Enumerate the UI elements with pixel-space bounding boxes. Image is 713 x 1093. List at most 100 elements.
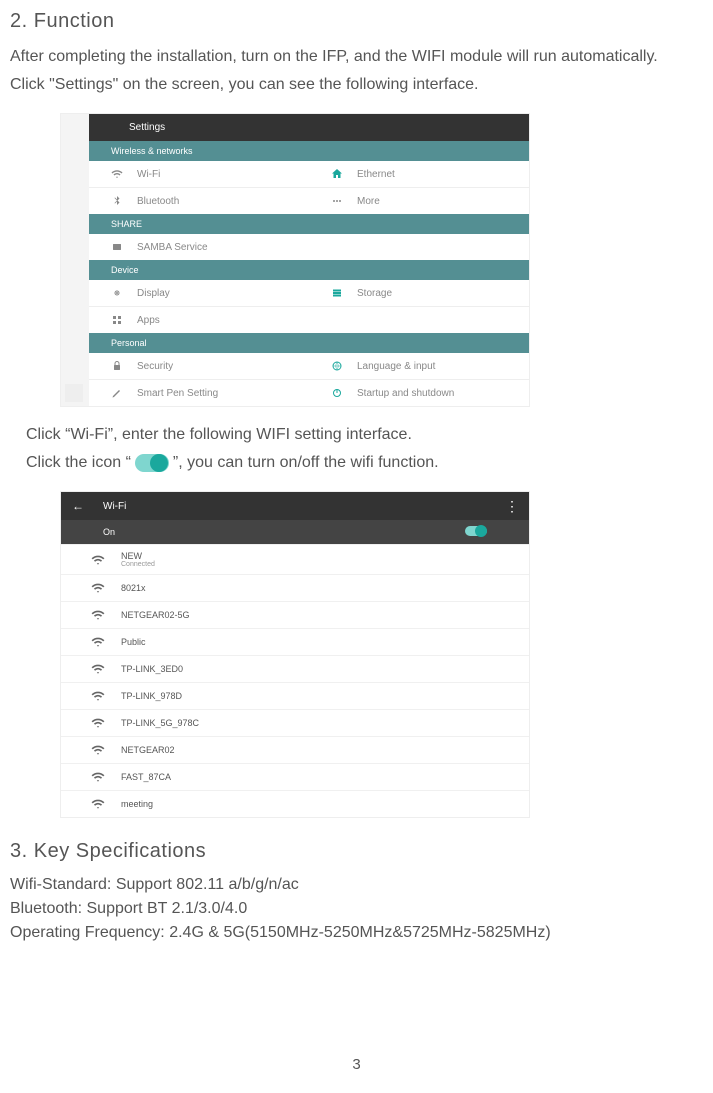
wifi-instruction-1: Click “Wi-Fi”, enter the following WIFI … xyxy=(26,421,703,449)
settings-item-language[interactable]: Language & input xyxy=(309,353,529,379)
wifi-signal-icon xyxy=(91,581,105,595)
wifi-network-name: NETGEAR02-5G xyxy=(121,610,190,620)
wifi-signal-icon xyxy=(91,797,105,811)
back-icon[interactable]: ← xyxy=(71,499,85,513)
storage-icon xyxy=(331,287,343,299)
settings-item-more-label: More xyxy=(357,196,380,207)
page-number: 3 xyxy=(0,1056,713,1073)
wifi-network-item[interactable]: TP-LINK_5G_978C xyxy=(61,709,529,736)
wifi-instruction-2a: Click the icon “ xyxy=(26,449,131,477)
apps-icon xyxy=(111,314,123,326)
wifi-screenshot: ← Wi-Fi ⋮ On NEWConnected 8021x NETGEAR02-… xyxy=(60,491,530,818)
wifi-network-item[interactable]: meeting xyxy=(61,790,529,817)
settings-group-wireless: Wireless & networks xyxy=(89,141,529,161)
settings-leftbar xyxy=(61,114,89,406)
power-icon xyxy=(331,387,343,399)
wifi-instruction-2b: ”, you can turn on/off the wifi function… xyxy=(173,449,439,477)
toggle-icon xyxy=(135,454,169,472)
wifi-network-name: NEW xyxy=(121,551,155,561)
settings-item-bluetooth[interactable]: Bluetooth xyxy=(89,188,309,214)
settings-screenshot: Settings Wireless & networks Wi-Fi Ether… xyxy=(60,113,530,407)
settings-item-more[interactable]: More xyxy=(309,188,529,214)
wifi-network-item[interactable]: TP-LINK_978D xyxy=(61,682,529,709)
pen-icon xyxy=(111,387,123,399)
settings-item-display[interactable]: Display xyxy=(89,280,309,306)
settings-item-samba-label: SAMBA Service xyxy=(137,242,208,253)
section-2-para-2: Click "Settings" on the screen, you can … xyxy=(10,71,703,99)
settings-item-storage-label: Storage xyxy=(357,288,392,299)
settings-group-share: SHARE xyxy=(89,214,529,234)
wifi-signal-icon xyxy=(91,743,105,757)
more-icon xyxy=(331,195,343,207)
spec-frequency: Operating Frequency: 2.4G & 5G(5150MHz-5… xyxy=(10,921,703,945)
settings-item-ethernet[interactable]: Ethernet xyxy=(309,161,529,187)
wifi-signal-icon xyxy=(91,770,105,784)
settings-group-device: Device xyxy=(89,260,529,280)
wifi-instruction-2: Click the icon “ ”, you can turn on/off … xyxy=(26,449,703,477)
settings-item-apps-label: Apps xyxy=(137,315,160,326)
wifi-on-row[interactable]: On xyxy=(61,520,529,544)
settings-item-pen[interactable]: Smart Pen Setting xyxy=(89,380,309,406)
wifi-icon xyxy=(111,168,123,180)
side-square-icon xyxy=(65,384,83,402)
spec-wifi-std-label: Wifi-Standard: xyxy=(10,876,111,893)
settings-item-startup[interactable]: Startup and shutdown xyxy=(309,380,529,406)
spec-freq-value: 2.4G & 5G(5150MHz-5250MHz&5725MHz-5825MH… xyxy=(165,924,551,941)
display-icon xyxy=(111,287,123,299)
wifi-signal-icon xyxy=(91,635,105,649)
wifi-network-name: 8021x xyxy=(121,583,146,593)
overflow-icon[interactable]: ⋮ xyxy=(505,502,519,510)
settings-item-display-label: Display xyxy=(137,288,170,299)
spec-wifi-standard: Wifi-Standard: Support 802.11 a/b/g/n/ac xyxy=(10,873,703,897)
ethernet-icon xyxy=(331,168,343,180)
wifi-signal-icon xyxy=(91,689,105,703)
wifi-network-name: TP-LINK_5G_978C xyxy=(121,718,199,728)
wifi-network-name: NETGEAR02 xyxy=(121,745,175,755)
settings-item-samba[interactable]: SAMBA Service xyxy=(89,234,529,260)
settings-item-security[interactable]: Security xyxy=(89,353,309,379)
wifi-network-name: meeting xyxy=(121,799,153,809)
settings-item-apps[interactable]: Apps xyxy=(89,307,529,333)
settings-item-wifi[interactable]: Wi-Fi xyxy=(89,161,309,187)
wifi-network-item[interactable]: Public xyxy=(61,628,529,655)
wifi-network-item[interactable]: FAST_87CA xyxy=(61,763,529,790)
settings-item-storage[interactable]: Storage xyxy=(309,280,529,306)
settings-item-security-label: Security xyxy=(137,361,173,372)
wifi-network-item[interactable]: NEWConnected xyxy=(61,544,529,574)
bluetooth-icon xyxy=(111,195,123,207)
settings-title-bar: Settings xyxy=(89,114,529,141)
wifi-network-name: FAST_87CA xyxy=(121,772,171,782)
wifi-network-name: TP-LINK_978D xyxy=(121,691,182,701)
section-2-heading: 2. Function xyxy=(10,10,703,33)
wifi-signal-icon xyxy=(91,553,105,567)
settings-item-language-label: Language & input xyxy=(357,361,435,372)
wifi-network-item[interactable]: 8021x xyxy=(61,574,529,601)
wifi-network-name: TP-LINK_3ED0 xyxy=(121,664,183,674)
wifi-screen-title: Wi-Fi xyxy=(103,501,505,512)
spec-bt-label: Bluetooth: xyxy=(10,900,82,917)
settings-group-personal: Personal xyxy=(89,333,529,353)
settings-item-startup-label: Startup and shutdown xyxy=(357,388,454,399)
spec-freq-label: Operating Frequency: xyxy=(10,924,165,941)
settings-item-bluetooth-label: Bluetooth xyxy=(137,196,179,207)
settings-item-wifi-label: Wi-Fi xyxy=(137,169,160,180)
spec-bluetooth: Bluetooth: Support BT 2.1/3.0/4.0 xyxy=(10,897,703,921)
wifi-on-label: On xyxy=(103,527,115,537)
section-3-heading: 3. Key Specifications xyxy=(10,840,703,863)
wifi-network-item[interactable]: NETGEAR02-5G xyxy=(61,601,529,628)
section-2-para-1: After completing the installation, turn … xyxy=(10,43,703,71)
wifi-network-status: Connected xyxy=(121,561,155,568)
settings-item-pen-label: Smart Pen Setting xyxy=(137,388,218,399)
wifi-network-item[interactable]: TP-LINK_3ED0 xyxy=(61,655,529,682)
wifi-network-name: Public xyxy=(121,637,146,647)
globe-icon xyxy=(331,360,343,372)
lock-icon xyxy=(111,360,123,372)
wifi-signal-icon xyxy=(91,716,105,730)
spec-wifi-std-value: Support 802.11 a/b/g/n/ac xyxy=(111,876,298,893)
spec-bt-value: Support BT 2.1/3.0/4.0 xyxy=(82,900,247,917)
wifi-network-item[interactable]: NETGEAR02 xyxy=(61,736,529,763)
wifi-signal-icon xyxy=(91,608,105,622)
samba-icon xyxy=(111,241,123,253)
wifi-signal-icon xyxy=(91,662,105,676)
wifi-toggle-switch[interactable] xyxy=(465,526,487,538)
